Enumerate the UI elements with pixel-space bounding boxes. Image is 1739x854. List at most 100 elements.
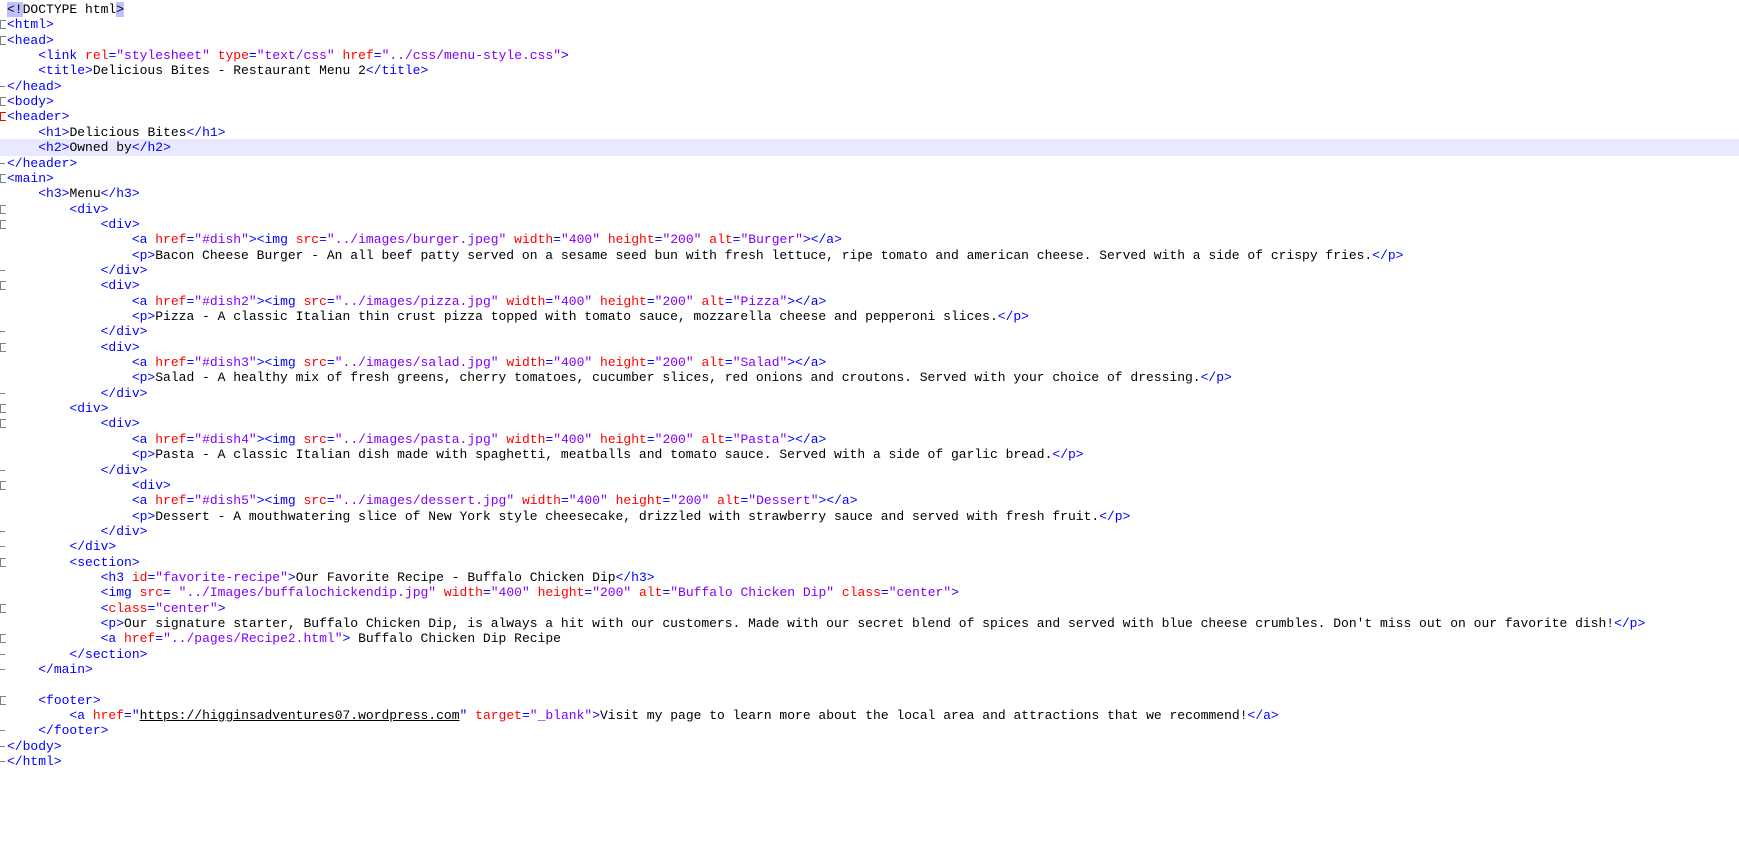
code-token: </p> bbox=[1099, 508, 1131, 524]
fold-marker-icon[interactable] bbox=[0, 634, 6, 644]
code-token: </p> bbox=[997, 309, 1029, 324]
code-token: </div> bbox=[69, 539, 117, 555]
code-token: src bbox=[139, 585, 164, 601]
code-token: "200" bbox=[592, 585, 632, 601]
code-token: "Salad" bbox=[732, 355, 788, 371]
code-token: </p> bbox=[1052, 447, 1084, 463]
code-token: = bbox=[326, 293, 335, 309]
code-token: Delicious Bites - Restaurant Menu 2 bbox=[92, 63, 366, 79]
code-token: src bbox=[303, 293, 327, 309]
code-token: "../images/pasta.jpg" bbox=[334, 431, 499, 447]
code-token: "Pasta" bbox=[732, 431, 788, 447]
code-token: "Buffalo Chicken Dip" bbox=[670, 585, 835, 601]
code-token: <div> bbox=[69, 201, 109, 217]
code-token: <a bbox=[131, 293, 156, 309]
code-token: <html> bbox=[7, 17, 54, 33]
fold-marker-icon[interactable] bbox=[0, 97, 6, 107]
code-token: alt bbox=[701, 293, 725, 309]
fold-marker-icon[interactable] bbox=[0, 112, 6, 122]
code-token: </p> bbox=[1372, 247, 1404, 263]
code-token: "400" bbox=[490, 585, 530, 601]
code-token: </div> bbox=[100, 262, 148, 278]
fold-marker-icon[interactable] bbox=[0, 173, 6, 183]
fold-marker-icon[interactable] bbox=[0, 35, 6, 45]
code-token: ></a> bbox=[802, 232, 842, 248]
fold-end-icon bbox=[0, 85, 5, 87]
code-token: <img bbox=[100, 585, 140, 601]
code-token: Buffalo Chicken Dip Recipe bbox=[350, 631, 561, 647]
code-token: </a> bbox=[1247, 708, 1279, 724]
code-token: </div> bbox=[100, 385, 148, 401]
code-token: <p> bbox=[131, 447, 156, 463]
code-token: ><img bbox=[256, 293, 304, 309]
fold-marker-icon[interactable] bbox=[0, 695, 6, 705]
code-token: </header> bbox=[7, 155, 78, 171]
code-token: Our signature starter, Buffalo Chicken D… bbox=[124, 616, 1615, 631]
fold-marker-icon[interactable] bbox=[0, 219, 6, 229]
code-token: = bbox=[482, 585, 491, 601]
code-token: Delicious Bites bbox=[69, 124, 187, 140]
code-token: <! bbox=[7, 2, 23, 17]
code-token: "_blank" bbox=[529, 708, 593, 724]
code-token: alt bbox=[701, 355, 725, 371]
fold-end-icon bbox=[0, 653, 5, 655]
fold-marker-icon[interactable] bbox=[0, 20, 6, 30]
fold-marker-icon[interactable] bbox=[0, 204, 6, 214]
code-token: <body> bbox=[7, 94, 54, 110]
fold-marker-icon[interactable] bbox=[0, 480, 6, 490]
code-token: href bbox=[155, 355, 187, 371]
code-token: = bbox=[373, 48, 382, 64]
fold-marker-icon[interactable] bbox=[0, 404, 6, 414]
code-token: = bbox=[326, 431, 335, 447]
code-token: = bbox=[724, 431, 733, 447]
code-token: = bbox=[521, 708, 530, 724]
code-token: <div> bbox=[100, 416, 140, 432]
code-token: href bbox=[155, 431, 187, 447]
code-token: width bbox=[521, 493, 561, 509]
code-token: ><img bbox=[256, 431, 304, 447]
code-token: <link bbox=[38, 48, 86, 64]
code-text: </html> bbox=[7, 753, 62, 770]
code-token: "Pizza" bbox=[732, 293, 788, 309]
fold-marker-icon[interactable] bbox=[0, 342, 6, 352]
code-editor[interactable]: <!DOCTYPE html> <html> <head> <link rel="s… bbox=[0, 0, 1739, 854]
code-token: target bbox=[475, 708, 522, 724]
code-token: Visit my page to learn more about the lo… bbox=[600, 708, 1248, 724]
fold-end-icon bbox=[0, 730, 5, 732]
code-token: = bbox=[880, 585, 889, 601]
code-token: "../css/menu-style.css" bbox=[381, 48, 562, 64]
fold-marker-icon[interactable] bbox=[0, 557, 6, 567]
code-token: height bbox=[537, 585, 585, 601]
code-token: href bbox=[342, 48, 374, 64]
code-token: src bbox=[303, 431, 327, 447]
fold-end-icon bbox=[0, 530, 5, 532]
code-token: "200" bbox=[654, 355, 694, 371]
fold-marker-icon[interactable] bbox=[0, 419, 6, 429]
code-line[interactable]: </html> bbox=[0, 753, 1739, 770]
code-token: = bbox=[163, 585, 179, 601]
code-token: href bbox=[92, 708, 125, 724]
code-token: <div> bbox=[100, 278, 140, 294]
code-token: = bbox=[646, 293, 655, 309]
code-token: <a bbox=[69, 708, 93, 724]
code-token: ><img bbox=[256, 355, 304, 371]
code-token: Our Favorite Recipe - Buffalo Chicken Di… bbox=[295, 569, 616, 585]
code-token: > bbox=[217, 600, 226, 616]
fold-marker-icon[interactable] bbox=[0, 603, 6, 613]
code-token: = bbox=[553, 232, 561, 248]
fold-marker-icon[interactable] bbox=[0, 281, 6, 291]
code-token: height bbox=[600, 355, 647, 371]
code-token: > bbox=[951, 585, 959, 601]
